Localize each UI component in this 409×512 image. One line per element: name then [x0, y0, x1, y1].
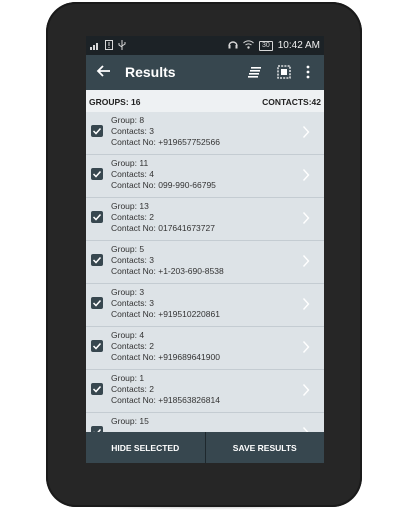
row-checkbox[interactable] [91, 211, 103, 223]
bottom-action-bar: HIDE SELECTED SAVE RESULTS [86, 432, 324, 463]
list-item[interactable]: Group: 15 [86, 413, 324, 432]
chevron-right-icon[interactable] [302, 297, 310, 311]
signal-bars-icon [90, 41, 100, 53]
contacts-label: Contacts: 2 [111, 212, 154, 222]
summary-bar: GROUPS: 16 CONTACTS:42 [86, 90, 324, 114]
chevron-right-icon[interactable] [302, 254, 310, 268]
row-checkbox[interactable] [91, 254, 103, 266]
contact-number: Contact No: +919510220861 [111, 309, 220, 319]
sort-icon[interactable] [248, 66, 262, 78]
wifi-icon [243, 39, 254, 52]
list-item[interactable]: Group: 13 Contacts: 2 Contact No: 017641… [86, 198, 324, 241]
hide-selected-button[interactable]: HIDE SELECTED [86, 432, 205, 463]
groups-count: GROUPS: 16 [89, 97, 141, 107]
contacts-label: Contacts: 3 [111, 255, 154, 265]
group-label: Group: 15 [111, 416, 149, 426]
app-screen: 30 10:42 AM Results GROUPS: 16 CONTACTS:… [86, 36, 324, 463]
usb-icon [118, 40, 126, 53]
clock: 10:42 AM [277, 40, 320, 51]
group-label: Group: 11 [111, 158, 149, 168]
row-checkbox[interactable] [91, 168, 103, 180]
contact-number: Contact No: +918563826814 [111, 395, 220, 405]
more-vert-icon[interactable] [305, 65, 311, 79]
chevron-right-icon[interactable] [302, 340, 310, 354]
back-arrow-icon[interactable] [96, 63, 112, 79]
contact-number: Contact No: 099-990-66795 [111, 180, 216, 190]
contact-number: Contact No: +919689641900 [111, 352, 220, 362]
status-bar: 30 10:42 AM [86, 36, 324, 55]
contact-number: Contact No: +919657752566 [111, 137, 220, 147]
contacts-count: CONTACTS:42 [262, 97, 321, 107]
list-item[interactable]: Group: 3 Contacts: 3 Contact No: +919510… [86, 284, 324, 327]
battery-icon: 30 [258, 40, 273, 51]
chevron-right-icon[interactable] [302, 168, 310, 182]
chevron-right-icon[interactable] [302, 211, 310, 225]
group-label: Group: 3 [111, 287, 145, 297]
group-label: Group: 1 [111, 373, 145, 383]
row-checkbox[interactable] [91, 125, 103, 137]
row-checkbox[interactable] [91, 297, 103, 309]
list-item[interactable]: Group: 8 Contacts: 3 Contact No: +919657… [86, 112, 324, 155]
results-list: Group: 8 Contacts: 3 Contact No: +919657… [86, 112, 324, 432]
save-results-button[interactable]: SAVE RESULTS [206, 432, 325, 463]
page-title: Results [125, 64, 176, 80]
app-bar: Results [86, 55, 324, 90]
group-label: Group: 13 [111, 201, 149, 211]
row-checkbox[interactable] [91, 340, 103, 352]
headset-icon [228, 39, 238, 52]
select-all-icon[interactable] [277, 65, 291, 79]
row-checkbox[interactable] [91, 383, 103, 395]
list-item[interactable]: Group: 11 Contacts: 4 Contact No: 099-99… [86, 155, 324, 198]
group-label: Group: 8 [111, 115, 145, 125]
contacts-label: Contacts: 4 [111, 169, 154, 179]
contacts-label: Contacts: 2 [111, 341, 154, 351]
contacts-label: Contacts: 3 [111, 298, 154, 308]
chevron-right-icon[interactable] [302, 383, 310, 397]
list-item[interactable]: Group: 1 Contacts: 2 Contact No: +918563… [86, 370, 324, 413]
group-label: Group: 4 [111, 330, 145, 340]
list-item[interactable]: Group: 5 Contacts: 3 Contact No: +1-203-… [86, 241, 324, 284]
contact-number: Contact No: 017641673727 [111, 223, 215, 233]
list-item[interactable]: Group: 4 Contacts: 2 Contact No: +919689… [86, 327, 324, 370]
contacts-label: Contacts: 3 [111, 126, 154, 136]
group-label: Group: 5 [111, 244, 145, 254]
contact-number: Contact No: +1-203-690-8538 [111, 266, 224, 276]
contacts-label: Contacts: 2 [111, 384, 154, 394]
sim-alert-icon [105, 40, 113, 53]
chevron-right-icon[interactable] [302, 125, 310, 139]
